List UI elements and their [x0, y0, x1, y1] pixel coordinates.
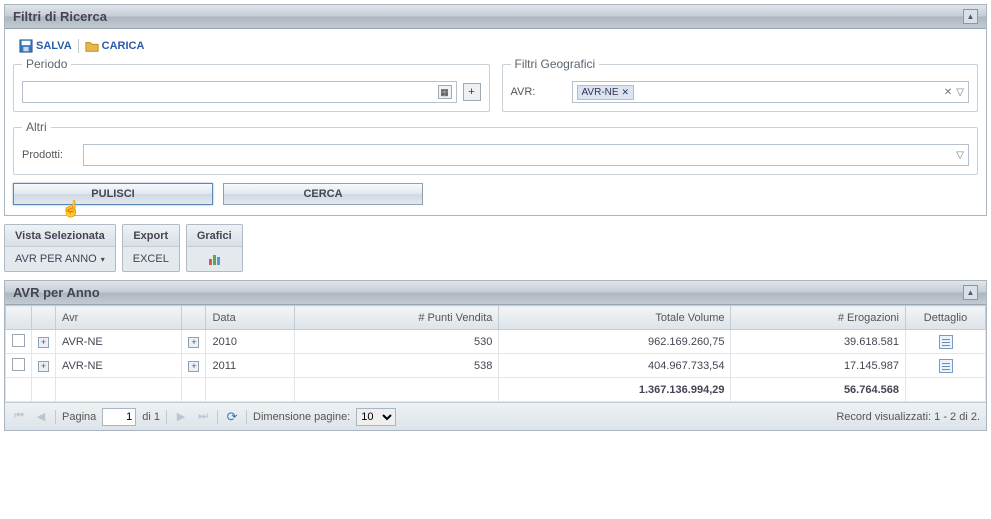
total-volume: 1.367.136.994,29	[499, 378, 731, 402]
export-excel-button[interactable]: EXCEL	[123, 247, 179, 271]
expand-row-button[interactable]: +	[38, 361, 49, 372]
detail-button[interactable]	[939, 359, 953, 373]
page-input[interactable]	[102, 408, 136, 426]
chart-group: Grafici	[186, 224, 243, 272]
page-of-label: di 1	[142, 411, 160, 423]
periodo-input[interactable]: ▦	[22, 81, 457, 103]
action-toolbar: Vista Selezionata AVR PER ANNO ▾ Export …	[0, 220, 991, 276]
collapse-filters-button[interactable]: ▲	[963, 9, 978, 24]
pager-divider	[246, 410, 247, 424]
view-group: Vista Selezionata AVR PER ANNO ▾	[4, 224, 116, 272]
geo-legend: Filtri Geografici	[511, 57, 600, 71]
view-head: Vista Selezionata	[5, 225, 115, 247]
expand-data-button[interactable]: +	[188, 361, 199, 372]
chart-head: Grafici	[187, 225, 242, 247]
last-page-button[interactable]: ⏭	[195, 409, 211, 425]
grid-panel-title: AVR per Anno	[13, 281, 100, 305]
search-button[interactable]: CERCA	[223, 183, 423, 205]
periodo-fieldset: Periodo ▦ +	[13, 57, 490, 112]
filters-panel-header: Filtri di Ricerca ▲	[5, 5, 986, 29]
save-label: SALVA	[36, 40, 72, 52]
calendar-icon[interactable]: ▦	[438, 85, 452, 99]
cell-volume: 404.967.733,54	[499, 354, 731, 378]
filters-panel-title: Filtri di Ricerca	[13, 5, 107, 29]
cell-data: 2010	[206, 330, 294, 354]
filters-toolbar: SALVA CARICA	[13, 35, 978, 57]
prodotti-label: Prodotti:	[22, 149, 77, 161]
pager: ⏮ ◀ Pagina di 1 ▶ ⏭ ⟳ Dimensione pagine:…	[5, 402, 986, 430]
row-checkbox[interactable]	[12, 334, 25, 347]
col-data[interactable]: Data	[206, 306, 294, 330]
col-avr[interactable]: Avr	[56, 306, 182, 330]
page-size-label: Dimensione pagine:	[253, 411, 350, 423]
load-label: CARICA	[102, 40, 145, 52]
cell-erogazioni: 17.145.987	[731, 354, 906, 378]
altri-fieldset: Altri Prodotti: ▽	[13, 120, 978, 175]
view-value: AVR PER ANNO	[15, 253, 97, 265]
col-punti[interactable]: # Punti Vendita	[294, 306, 499, 330]
total-erogazioni: 56.764.568	[731, 378, 906, 402]
cell-punti: 538	[294, 354, 499, 378]
data-grid: Avr Data # Punti Vendita Totale Volume #…	[5, 305, 986, 402]
chart-button[interactable]	[187, 247, 242, 271]
page-label: Pagina	[62, 411, 96, 423]
avr-label: AVR:	[511, 86, 566, 98]
folder-icon	[85, 39, 99, 53]
prev-page-button[interactable]: ◀	[33, 409, 49, 425]
grid-panel: AVR per Anno ▲ Avr Data # Punti Vendita …	[4, 280, 987, 431]
cell-punti: 530	[294, 330, 499, 354]
detail-button[interactable]	[939, 335, 953, 349]
col-dettaglio[interactable]: Dettaglio	[906, 306, 986, 330]
altri-legend: Altri	[22, 120, 51, 134]
clear-button[interactable]: PULISCI	[13, 183, 213, 205]
cell-data: 2011	[206, 354, 294, 378]
view-selector[interactable]: AVR PER ANNO ▾	[5, 247, 115, 271]
export-group: Export EXCEL	[122, 224, 180, 272]
save-filter-button[interactable]: SALVA	[19, 39, 72, 53]
expand-data-button[interactable]: +	[188, 337, 199, 348]
col-erogazioni[interactable]: # Erogazioni	[731, 306, 906, 330]
export-head: Export	[123, 225, 179, 247]
page-size-select[interactable]: 10	[356, 408, 396, 426]
next-page-button[interactable]: ▶	[173, 409, 189, 425]
geo-fieldset: Filtri Geografici AVR: AVR-NE ✕ ✕ ▽	[502, 57, 979, 112]
cell-erogazioni: 39.618.581	[731, 330, 906, 354]
dropdown-prodotti-icon[interactable]: ▽	[956, 150, 964, 161]
pager-divider	[55, 410, 56, 424]
chevron-down-icon: ▾	[101, 255, 105, 264]
grid-panel-header: AVR per Anno ▲	[5, 281, 986, 305]
load-filter-button[interactable]: CARICA	[85, 39, 145, 53]
collapse-grid-button[interactable]: ▲	[963, 285, 978, 300]
remove-avr-tag-button[interactable]: ✕	[622, 87, 630, 98]
add-periodo-button[interactable]: +	[463, 83, 481, 101]
first-page-button[interactable]: ⏮	[11, 409, 27, 425]
filters-panel: Filtri di Ricerca ▲ SALVA CARICA Periodo…	[4, 4, 987, 216]
table-row: + AVR-NE + 2010 530 962.169.260,75 39.61…	[6, 330, 986, 354]
save-icon	[19, 39, 33, 53]
col-volume[interactable]: Totale Volume	[499, 306, 731, 330]
refresh-button[interactable]: ⟳	[224, 409, 240, 425]
pager-divider	[166, 410, 167, 424]
row-checkbox[interactable]	[12, 358, 25, 371]
avr-tag-label: AVR-NE	[582, 87, 619, 98]
toolbar-divider	[78, 39, 79, 53]
bar-chart-icon	[209, 253, 220, 265]
cell-avr: AVR-NE	[56, 354, 182, 378]
totals-row: 1.367.136.994,29 56.764.568	[6, 378, 986, 402]
records-label: Record visualizzati: 1 - 2 di 2.	[836, 411, 980, 423]
pager-divider	[217, 410, 218, 424]
avr-select[interactable]: AVR-NE ✕ ✕ ▽	[572, 81, 970, 103]
prodotti-select[interactable]: ▽	[83, 144, 969, 166]
cell-volume: 962.169.260,75	[499, 330, 731, 354]
dropdown-avr-icon[interactable]: ▽	[956, 87, 964, 98]
table-row: + AVR-NE + 2011 538 404.967.733,54 17.14…	[6, 354, 986, 378]
clear-avr-button[interactable]: ✕	[944, 87, 952, 98]
periodo-legend: Periodo	[22, 57, 71, 71]
avr-tag: AVR-NE ✕	[577, 85, 635, 100]
cell-avr: AVR-NE	[56, 330, 182, 354]
expand-row-button[interactable]: +	[38, 337, 49, 348]
